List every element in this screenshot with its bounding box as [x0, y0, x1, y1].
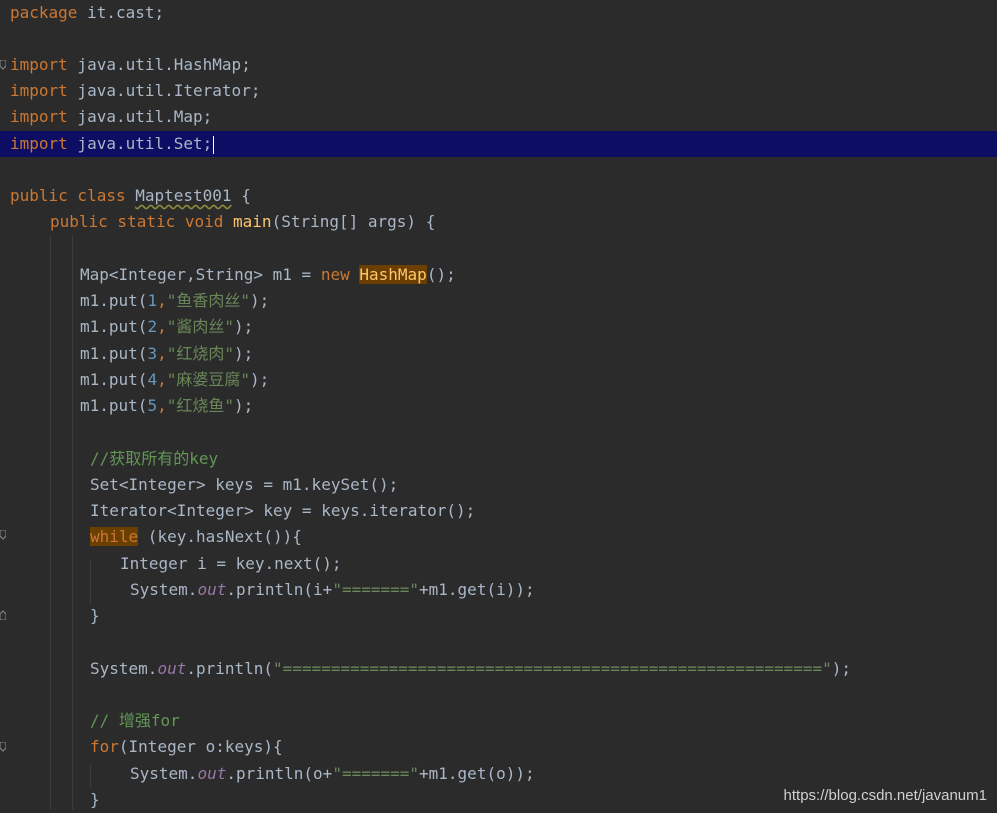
code-text: (String[] args) { — [271, 212, 436, 231]
keyword: public class — [10, 186, 126, 205]
comment: //获取所有的key — [90, 449, 219, 468]
string-literal: "=======================================… — [273, 659, 832, 678]
number-literal: 2 — [147, 317, 158, 336]
method-name: main — [233, 212, 272, 231]
string-literal: "酱肉丝" — [166, 317, 234, 336]
code-line[interactable]: import java.util.Iterator; — [0, 78, 997, 104]
code-text: (); — [426, 265, 456, 284]
code-line[interactable]: m1.put(3,"红烧肉"); — [0, 341, 997, 367]
code-text: , — [157, 291, 167, 310]
string-literal: "=======" — [332, 580, 420, 599]
code-line[interactable]: for(Integer o:keys){ — [0, 734, 997, 760]
code-text: , — [157, 396, 167, 415]
number-literal: 3 — [147, 344, 158, 363]
code-text: { — [231, 186, 251, 205]
keyword: import — [10, 81, 68, 100]
code-text: m1.put( — [80, 370, 148, 389]
code-line[interactable]: // 增强for — [0, 708, 997, 734]
code-line[interactable]: import java.util.Map; — [0, 104, 997, 130]
code-text: Iterator<Integer> key = keys.iterator(); — [90, 501, 476, 520]
keyword: import — [10, 107, 68, 126]
code-text: } — [90, 790, 100, 809]
code-text: java.util.Map; — [67, 107, 213, 126]
code-line[interactable]: } — [0, 603, 997, 629]
code-text: java.util.Iterator; — [67, 81, 261, 100]
keyword: public static void — [50, 212, 224, 231]
string-literal: "=======" — [332, 764, 420, 783]
code-line-current[interactable]: import java.util.Set; — [0, 131, 997, 157]
code-text: ); — [250, 291, 270, 310]
code-text: System. — [130, 580, 198, 599]
keyword: import — [10, 134, 68, 153]
code-text: .println(i+ — [226, 580, 333, 599]
code-line[interactable]: package it.cast; — [0, 0, 997, 26]
code-text: System. — [130, 764, 198, 783]
code-line[interactable]: System.out.println(i+"======="+m1.get(i)… — [0, 577, 997, 603]
code-line[interactable]: Iterator<Integer> key = keys.iterator(); — [0, 498, 997, 524]
number-literal: 5 — [147, 396, 158, 415]
number-literal: 4 — [147, 370, 158, 389]
code-line[interactable]: System.out.println("====================… — [0, 656, 997, 682]
code-text: m1.put( — [80, 291, 148, 310]
code-text: ); — [250, 370, 270, 389]
static-field: out — [197, 764, 227, 783]
code-text: ); — [234, 317, 254, 336]
code-text: java.util.HashMap; — [67, 55, 251, 74]
code-text: Set<Integer> keys = m1.keySet(); — [90, 475, 399, 494]
code-text: it.cast; — [77, 3, 165, 22]
code-text: m1.put( — [80, 344, 148, 363]
code-text: .println( — [186, 659, 274, 678]
keyword: package — [10, 3, 78, 22]
static-field: out — [157, 659, 187, 678]
highlighted-identifier: HashMap — [359, 265, 427, 284]
code-line[interactable]: m1.put(5,"红烧鱼"); — [0, 393, 997, 419]
string-literal: "鱼香肉丝" — [166, 291, 250, 310]
string-literal: "红烧鱼" — [166, 396, 234, 415]
highlighted-keyword: while — [90, 527, 139, 546]
code-line[interactable]: while (key.hasNext()){ — [0, 524, 997, 550]
code-text: +m1.get(o)); — [419, 764, 535, 783]
code-line[interactable]: public static void main(String[] args) { — [0, 209, 997, 235]
code-line[interactable]: Set<Integer> keys = m1.keySet(); — [0, 472, 997, 498]
comment: // 增强for — [90, 711, 180, 730]
code-text: (key.hasNext()){ — [138, 527, 302, 546]
code-text: Map<Integer,String> m1 = — [80, 265, 321, 284]
code-line[interactable]: public class Maptest001 { — [0, 183, 997, 209]
keyword: import — [10, 55, 68, 74]
code-text: ); — [234, 344, 254, 363]
code-text: java.util.Set; — [67, 134, 213, 153]
string-literal: "麻婆豆腐" — [166, 370, 250, 389]
watermark-url: https://blog.csdn.net/javanum1 — [783, 787, 987, 804]
code-line[interactable]: //获取所有的key — [0, 446, 997, 472]
code-line[interactable]: System.out.println(o+"======="+m1.get(o)… — [0, 761, 997, 787]
keyword: for — [90, 737, 119, 756]
code-text: , — [157, 317, 167, 336]
code-editor[interactable]: package it.cast; import java.util.HashMa… — [0, 0, 997, 810]
code-text: +m1.get(i)); — [419, 580, 535, 599]
code-text: m1.put( — [80, 396, 148, 415]
code-line[interactable]: import java.util.HashMap; — [0, 52, 997, 78]
code-line[interactable]: m1.put(1,"鱼香肉丝"); — [0, 288, 997, 314]
keyword: new — [320, 265, 350, 284]
code-text: m1.put( — [80, 317, 148, 336]
string-literal: "红烧肉" — [166, 344, 234, 363]
class-name: Maptest001 — [135, 186, 232, 205]
code-text: , — [157, 370, 167, 389]
code-line[interactable]: m1.put(4,"麻婆豆腐"); — [0, 367, 997, 393]
code-text: , — [157, 344, 167, 363]
code-text: } — [90, 606, 100, 625]
code-text: Integer i = key.next(); — [120, 554, 342, 573]
code-line[interactable]: Map<Integer,String> m1 = new HashMap(); — [0, 262, 997, 288]
code-line[interactable]: Integer i = key.next(); — [0, 551, 997, 577]
code-text: ); — [831, 659, 852, 678]
static-field: out — [197, 580, 227, 599]
text-caret — [213, 135, 215, 154]
code-text: ); — [234, 396, 254, 415]
code-text: (Integer o:keys){ — [118, 737, 283, 756]
code-line[interactable]: m1.put(2,"酱肉丝"); — [0, 314, 997, 340]
code-text: .println(o+ — [226, 764, 333, 783]
number-literal: 1 — [147, 291, 158, 310]
code-text: System. — [90, 659, 158, 678]
